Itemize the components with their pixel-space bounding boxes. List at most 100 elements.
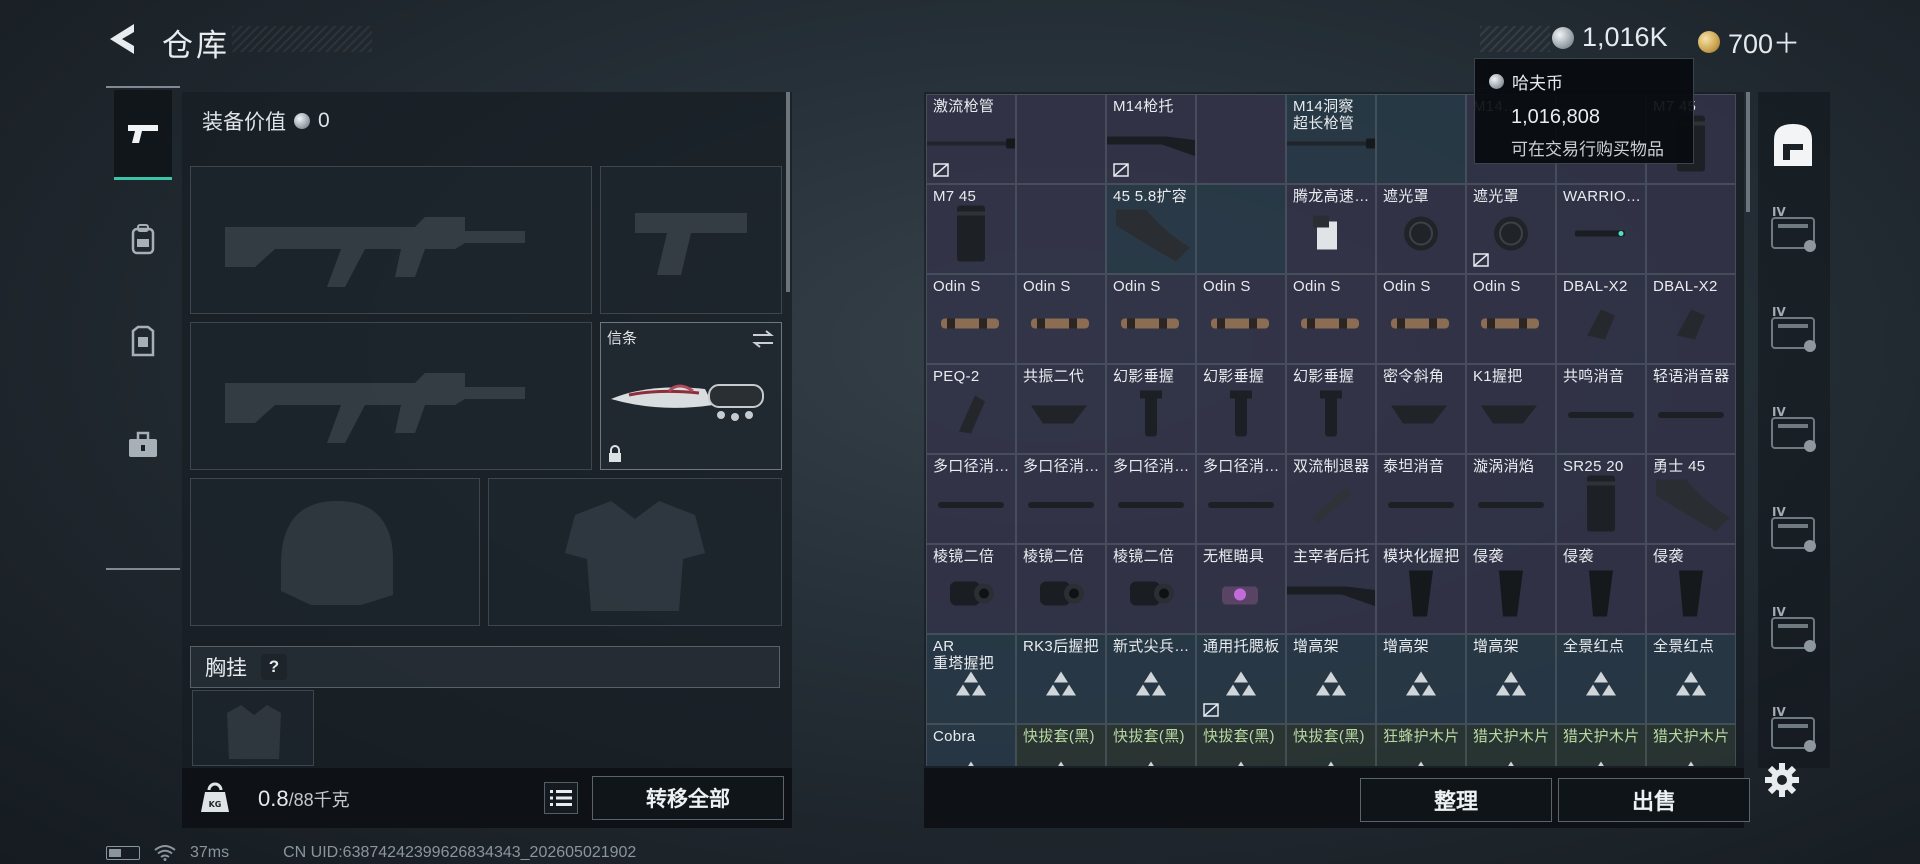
inventory-item-cell[interactable]: 棱镜二倍: [1016, 544, 1106, 634]
inventory-item-cell[interactable]: 全景红点: [1646, 634, 1736, 724]
equipment-scrollbar[interactable]: [786, 92, 790, 292]
inventory-item-cell[interactable]: 多口径消…: [1196, 454, 1286, 544]
inventory-item-cell[interactable]: 快拔套(黑): [1106, 724, 1196, 766]
inventory-item-cell[interactable]: M7 45: [926, 184, 1016, 274]
settings-gear-icon[interactable]: [1762, 760, 1802, 800]
case-iv-icon[interactable]: IV: [1764, 200, 1822, 262]
inventory-item-cell[interactable]: 快拔套(黑): [1286, 724, 1376, 766]
nav-tab-armor[interactable]: [114, 296, 172, 386]
inventory-item-cell[interactable]: K1握把: [1466, 364, 1556, 454]
inventory-item-cell[interactable]: 模块化握把: [1376, 544, 1466, 634]
inventory-item-cell[interactable]: 侵袭: [1466, 544, 1556, 634]
inventory-scrollbar[interactable]: [1746, 92, 1750, 212]
inventory-item-cell[interactable]: 无框瞄具: [1196, 544, 1286, 634]
inventory-item-cell[interactable]: 多口径消…: [926, 454, 1016, 544]
secondary-weapon-slot[interactable]: [190, 322, 592, 470]
inventory-item-cell[interactable]: 泰坦消音: [1376, 454, 1466, 544]
inventory-item-cell[interactable]: Odin S: [1376, 274, 1466, 364]
list-view-button[interactable]: [544, 782, 578, 814]
safe-box-icon[interactable]: [1764, 114, 1822, 176]
inventory-item-cell[interactable]: M14洞察 超长枪管: [1286, 94, 1376, 184]
sell-button[interactable]: 出售: [1558, 778, 1750, 822]
inventory-item-cell[interactable]: WARRIO…: [1556, 184, 1646, 274]
inventory-item-cell[interactable]: 增高架: [1286, 634, 1376, 724]
sort-button[interactable]: 整理: [1360, 778, 1552, 822]
inventory-item-cell[interactable]: DBAL-X2: [1646, 274, 1736, 364]
inventory-item-cell[interactable]: [1196, 184, 1286, 274]
silver-currency[interactable]: 1,016K: [1552, 22, 1668, 53]
inventory-item-cell[interactable]: 多口径消…: [1106, 454, 1196, 544]
inventory-item-cell[interactable]: 幻影垂握: [1106, 364, 1196, 454]
case-iv-icon[interactable]: IV: [1764, 600, 1822, 662]
nav-tab-backpack[interactable]: [114, 194, 172, 284]
inventory-item-cell[interactable]: 狂蜂护木片: [1376, 724, 1466, 766]
inventory-item-cell[interactable]: DBAL-X2: [1556, 274, 1646, 364]
inventory-item-cell[interactable]: 主宰者后托: [1286, 544, 1376, 634]
inventory-item-cell[interactable]: 全景红点: [1556, 634, 1646, 724]
pistol-slot[interactable]: [600, 166, 782, 314]
inventory-item-cell[interactable]: 侵袭: [1556, 544, 1646, 634]
inventory-item-cell[interactable]: PEQ-2: [926, 364, 1016, 454]
case-iv-icon[interactable]: IV: [1764, 700, 1822, 762]
inventory-item-cell[interactable]: 激流枪管: [926, 94, 1016, 184]
inventory-item-cell[interactable]: 侵袭: [1646, 544, 1736, 634]
transfer-all-button[interactable]: 转移全部: [592, 776, 784, 820]
inventory-item-cell[interactable]: 棱镜二倍: [926, 544, 1016, 634]
inventory-item-cell[interactable]: [1016, 94, 1106, 184]
nav-tab-weapons[interactable]: [114, 90, 172, 180]
inventory-item-cell[interactable]: 快拔套(黑): [1196, 724, 1286, 766]
inventory-item-cell[interactable]: 共振二代: [1016, 364, 1106, 454]
inventory-item-cell[interactable]: 幻影垂握: [1196, 364, 1286, 454]
inventory-item-cell[interactable]: Odin S: [1016, 274, 1106, 364]
inventory-item-cell[interactable]: 双流制退器: [1286, 454, 1376, 544]
inventory-item-cell[interactable]: [1376, 94, 1466, 184]
inventory-item-cell[interactable]: Odin S: [1106, 274, 1196, 364]
chest-rig-slot[interactable]: [192, 690, 314, 766]
inventory-item-cell[interactable]: 新式尖兵…: [1106, 634, 1196, 724]
inventory-item-cell[interactable]: 共鸣消音: [1556, 364, 1646, 454]
nav-tab-tools[interactable]: [114, 400, 172, 490]
case-iv-icon[interactable]: IV: [1764, 500, 1822, 562]
inventory-item-cell[interactable]: [1016, 184, 1106, 274]
melee-slot[interactable]: 信条: [600, 322, 782, 470]
inventory-item-cell[interactable]: 勇士 45: [1646, 454, 1736, 544]
inventory-item-cell[interactable]: 猎犬护木片: [1556, 724, 1646, 766]
inventory-item-cell[interactable]: 棱镜二倍: [1106, 544, 1196, 634]
inventory-item-cell[interactable]: 增高架: [1376, 634, 1466, 724]
help-icon[interactable]: ?: [261, 654, 287, 680]
gold-currency[interactable]: 700＋: [1698, 22, 1800, 61]
case-iv-icon[interactable]: IV: [1764, 300, 1822, 362]
item-name: 密令斜角: [1383, 368, 1445, 385]
inventory-item-cell[interactable]: 遮光罩: [1466, 184, 1556, 274]
inventory-item-cell[interactable]: AR 重塔握把: [926, 634, 1016, 724]
inventory-item-cell[interactable]: 多口径消…: [1016, 454, 1106, 544]
inventory-item-cell[interactable]: 幻影垂握: [1286, 364, 1376, 454]
inventory-item-cell[interactable]: 轻语消音器: [1646, 364, 1736, 454]
inventory-item-cell[interactable]: Cobra: [926, 724, 1016, 766]
inventory-item-cell[interactable]: Odin S: [926, 274, 1016, 364]
inventory-item-cell[interactable]: 遮光罩: [1376, 184, 1466, 274]
inventory-item-cell[interactable]: 密令斜角: [1376, 364, 1466, 454]
inventory-item-cell[interactable]: Odin S: [1466, 274, 1556, 364]
inventory-item-cell[interactable]: 猎犬护木片: [1466, 724, 1556, 766]
inventory-item-cell[interactable]: 漩涡消焰: [1466, 454, 1556, 544]
inventory-item-cell[interactable]: 猎犬护木片: [1646, 724, 1736, 766]
case-iv-icon[interactable]: IV: [1764, 400, 1822, 462]
inventory-item-cell[interactable]: 通用托腮板: [1196, 634, 1286, 724]
inventory-item-cell[interactable]: [1646, 184, 1736, 274]
inventory-item-cell[interactable]: [1196, 94, 1286, 184]
primary-weapon-slot[interactable]: [190, 166, 592, 314]
inventory-item-cell[interactable]: 快拔套(黑): [1016, 724, 1106, 766]
helmet-slot[interactable]: [190, 478, 480, 626]
inventory-item-cell[interactable]: M14枪托: [1106, 94, 1196, 184]
inventory-item-cell[interactable]: 腾龙高速…: [1286, 184, 1376, 274]
inventory-item-cell[interactable]: 增高架: [1466, 634, 1556, 724]
body-armor-slot[interactable]: [488, 478, 782, 626]
inventory-item-cell[interactable]: Odin S: [1286, 274, 1376, 364]
inventory-item-cell[interactable]: 45 5.8扩容: [1106, 184, 1196, 274]
inventory-item-cell[interactable]: Odin S: [1196, 274, 1286, 364]
swap-icon[interactable]: [751, 329, 775, 349]
back-arrow-icon[interactable]: [104, 20, 144, 58]
inventory-item-cell[interactable]: RK3后握把: [1016, 634, 1106, 724]
inventory-item-cell[interactable]: SR25 20: [1556, 454, 1646, 544]
